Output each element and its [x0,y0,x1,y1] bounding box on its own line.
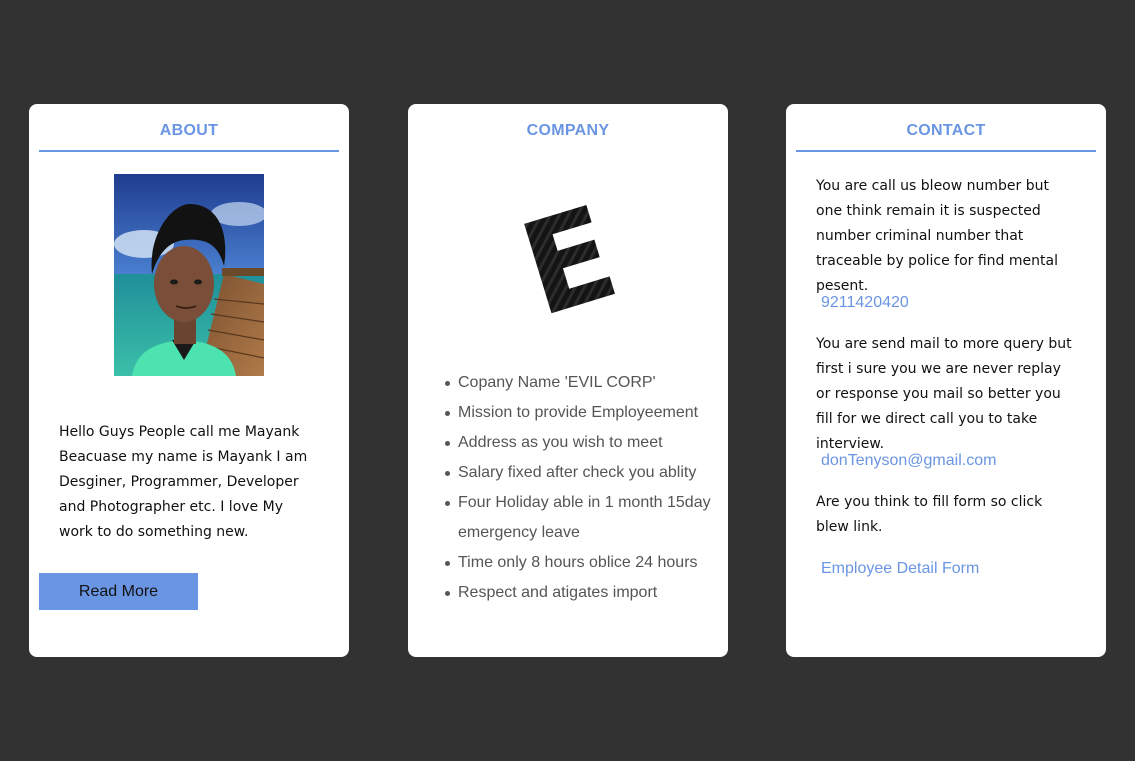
contact-title: CONTACT [796,122,1096,152]
form-description: Are you think to fill form so click blew… [816,494,1043,535]
employee-form-link[interactable]: Employee Detail Form [821,560,979,578]
email-description: You are send mail to more query but firs… [816,336,1072,452]
list-item: Respect and atigates import [445,578,723,608]
list-item: Salary fixed after check you ablity [445,458,723,488]
about-bio: Hello Guys People call me Mayank Beacuas… [59,424,308,540]
about-title: ABOUT [39,122,339,152]
list-item: Copany Name 'EVIL CORP' [445,368,723,398]
list-item: Time only 8 hours oblice 24 hours [445,548,723,578]
list-item: Address as you wish to meet [445,428,723,458]
contact-card: CONTACT You are call us bleow number but… [786,104,1106,657]
logo-letter-e: E [506,188,630,328]
company-logo: E [506,178,633,346]
company-card: COMPANY E Copany Name 'EVIL CORP' Missio… [408,104,728,657]
phone-description: You are call us bleow number but one thi… [816,178,1058,294]
email-link[interactable]: donTenyson@gmail.com [821,452,996,470]
about-card: ABOUT Hello Guys People call me Mayank B… [29,104,349,657]
list-item: Four Holiday able in 1 month 15day emerg… [445,488,723,548]
phone-link[interactable]: 9211420420 [821,294,909,312]
list-item: Mission to provide Employeement [445,398,723,428]
company-title: COMPANY [526,122,610,139]
company-info-list: Copany Name 'EVIL CORP' Mission to provi… [445,368,723,608]
read-more-button[interactable]: Read More [39,573,198,610]
profile-photo [114,174,264,376]
